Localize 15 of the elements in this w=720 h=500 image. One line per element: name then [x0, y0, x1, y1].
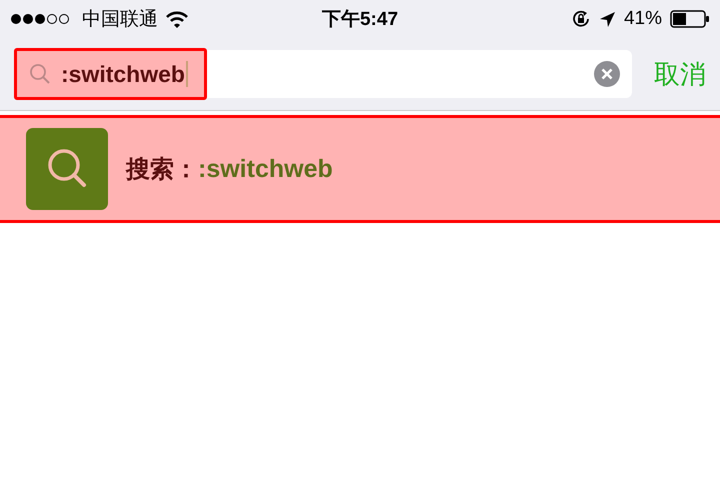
clear-icon[interactable]	[594, 61, 620, 87]
result-query: :switchweb	[198, 154, 333, 184]
rotation-lock-icon	[570, 9, 591, 29]
result-label: 搜索：	[126, 154, 198, 185]
search-text: :switchweb	[61, 60, 185, 88]
search-icon	[29, 63, 51, 85]
carrier-name: 中国联通	[82, 8, 158, 32]
wifi-icon	[166, 10, 188, 28]
battery-percent: 41%	[624, 8, 662, 30]
search-field[interactable]: :switchweb	[14, 50, 632, 98]
clock-time: 下午5:47	[322, 8, 398, 32]
search-icon	[26, 128, 108, 210]
battery-icon	[670, 10, 710, 28]
location-arrow-icon	[598, 10, 616, 28]
search-result-row[interactable]: 搜索：:switchweb	[0, 115, 720, 223]
